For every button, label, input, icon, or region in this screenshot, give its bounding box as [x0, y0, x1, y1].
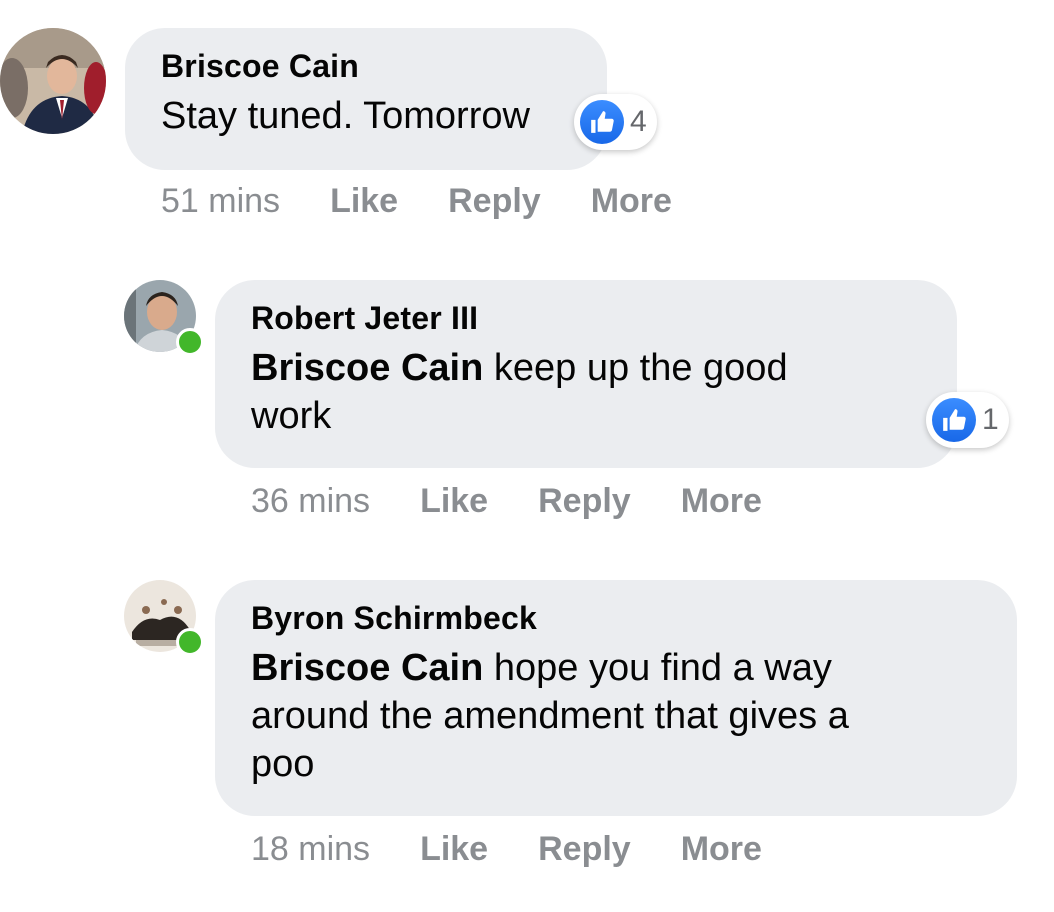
avatar[interactable] [0, 28, 106, 134]
comment-text-line: work [251, 395, 332, 437]
comment-actions: 51 mins Like Reply More [161, 182, 672, 221]
reply-button[interactable]: Reply [448, 182, 541, 221]
mention-link[interactable]: Briscoe Cain [251, 647, 483, 689]
comment-author[interactable]: Byron Schirmbeck [251, 598, 981, 638]
avatar[interactable] [124, 280, 204, 356]
comment-text: Stay tuned. Tomorrow [161, 95, 530, 137]
comment-time[interactable]: 18 mins [251, 830, 370, 869]
mention-link[interactable]: Briscoe Cain [251, 347, 483, 389]
comment-bubble[interactable]: Robert Jeter III Briscoe Cain keep up th… [215, 280, 957, 468]
avatar[interactable] [124, 580, 204, 656]
comment-time[interactable]: 51 mins [161, 182, 280, 221]
comment-bubble[interactable]: Byron Schirmbeck Briscoe Cain hope you f… [215, 580, 1017, 816]
comment-text-line: around the amendment that gives a [251, 695, 849, 737]
comment-author[interactable]: Robert Jeter III [251, 298, 921, 338]
reply-button[interactable]: Reply [538, 482, 631, 521]
thumbs-up-icon [580, 100, 624, 144]
comment-bubble[interactable]: Briscoe Cain Stay tuned. Tomorrow [125, 28, 607, 170]
online-status-indicator [176, 628, 204, 656]
more-button[interactable]: More [681, 830, 762, 869]
thumbs-up-icon [932, 398, 976, 442]
reaction-count: 1 [982, 403, 999, 436]
comment-text: Briscoe Cain keep up the good work [251, 344, 921, 440]
comment-text: Briscoe Cain hope you find a way around … [251, 644, 981, 788]
more-button[interactable]: More [681, 482, 762, 521]
reply-button[interactable]: Reply [538, 830, 631, 869]
online-status-indicator [176, 328, 204, 356]
reaction-count: 4 [630, 105, 647, 138]
comment-actions: 36 mins Like Reply More [251, 482, 762, 521]
comment-text-line: keep up the good [483, 347, 788, 389]
comment-text-line: poo [251, 743, 315, 785]
reaction-summary[interactable]: 4 [574, 94, 657, 150]
reaction-summary[interactable]: 1 [926, 392, 1009, 448]
comment-text-line: hope you find a way [483, 647, 832, 689]
comment-time[interactable]: 36 mins [251, 482, 370, 521]
avatar-photo [0, 28, 106, 134]
comment-actions: 18 mins Like Reply More [251, 830, 762, 869]
comment-author[interactable]: Briscoe Cain [161, 46, 571, 86]
more-button[interactable]: More [591, 182, 672, 221]
like-button[interactable]: Like [420, 830, 488, 869]
like-button[interactable]: Like [420, 482, 488, 521]
like-button[interactable]: Like [330, 182, 398, 221]
